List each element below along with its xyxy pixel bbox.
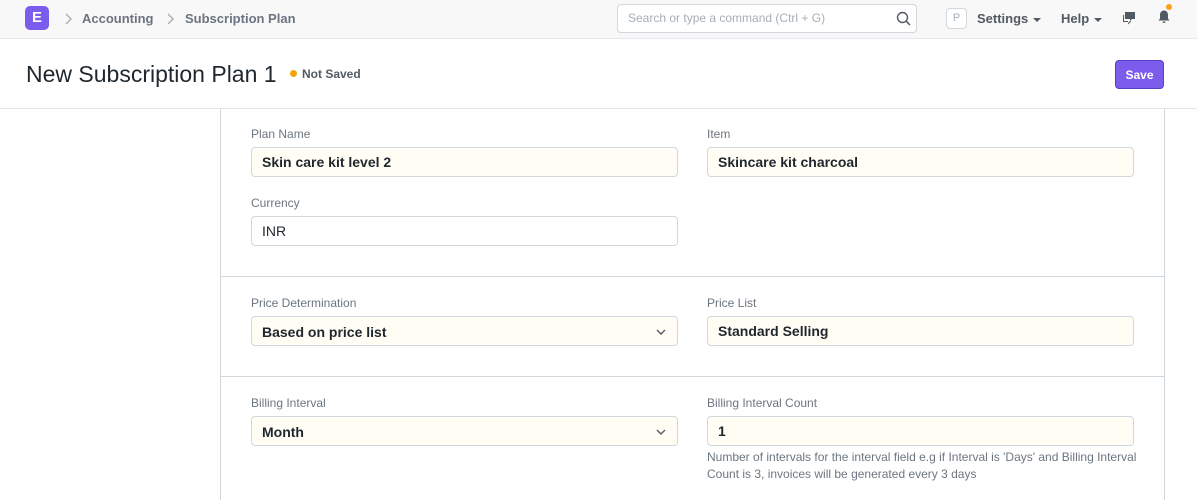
chevron-down-icon: [656, 329, 666, 335]
billing-interval-count-input[interactable]: [718, 423, 1123, 439]
price-determination-select[interactable]: Based on price list: [251, 316, 678, 346]
caret-down-icon: [1094, 17, 1103, 22]
page-title: New Subscription Plan 1: [26, 61, 277, 87]
currency-field[interactable]: [251, 216, 678, 246]
section-divider: [220, 376, 1165, 377]
billing-interval-select[interactable]: Month: [251, 416, 678, 446]
price-list-input[interactable]: [718, 323, 1123, 339]
help-dropdown[interactable]: Help: [1061, 11, 1103, 26]
status-indicator-dot: [290, 70, 297, 77]
help-label: Help: [1061, 11, 1090, 26]
settings-dropdown[interactable]: Settings: [977, 11, 1042, 26]
billing-interval-value: Month: [262, 424, 304, 440]
save-button[interactable]: Save: [1115, 60, 1164, 89]
app-logo[interactable]: E: [25, 6, 49, 30]
breadcrumb-accounting[interactable]: Accounting: [82, 11, 154, 26]
currency-label: Currency: [251, 196, 300, 210]
search-input[interactable]: [628, 11, 888, 25]
item-field[interactable]: [707, 147, 1134, 177]
billing-interval-count-field[interactable]: [707, 416, 1134, 446]
caret-down-icon: [1033, 17, 1042, 22]
currency-input[interactable]: [262, 223, 667, 239]
chat-icon[interactable]: [1121, 10, 1137, 26]
settings-label: Settings: [977, 11, 1029, 26]
billing-interval-label: Billing Interval: [251, 396, 326, 410]
section-divider: [220, 276, 1165, 277]
plan-name-input[interactable]: [262, 154, 667, 170]
price-determination-label: Price Determination: [251, 296, 357, 310]
billing-interval-count-label: Billing Interval Count: [707, 396, 818, 410]
bell-icon[interactable]: [1157, 9, 1171, 25]
search-bar[interactable]: [617, 4, 917, 33]
breadcrumb-subscription-plan[interactable]: Subscription Plan: [185, 11, 296, 26]
item-input[interactable]: [718, 154, 1123, 170]
search-icon[interactable]: [896, 11, 912, 27]
plan-name-field[interactable]: [251, 147, 678, 177]
price-list-label: Price List: [707, 296, 757, 310]
chevron-right-icon: [65, 13, 72, 25]
chevron-right-icon: [167, 13, 174, 25]
price-list-field[interactable]: [707, 316, 1134, 346]
status-badge: Not Saved: [302, 67, 361, 81]
billing-interval-count-help: Number of intervals for the interval fie…: [707, 450, 1137, 481]
item-label: Item: [707, 127, 731, 141]
avatar[interactable]: P: [946, 8, 967, 29]
chevron-down-icon: [656, 429, 666, 435]
price-determination-value: Based on price list: [262, 324, 387, 340]
notification-dot: [1166, 4, 1172, 10]
navbar: E Accounting Subscription Plan P Setting…: [0, 0, 1197, 39]
plan-name-label: Plan Name: [251, 127, 311, 141]
